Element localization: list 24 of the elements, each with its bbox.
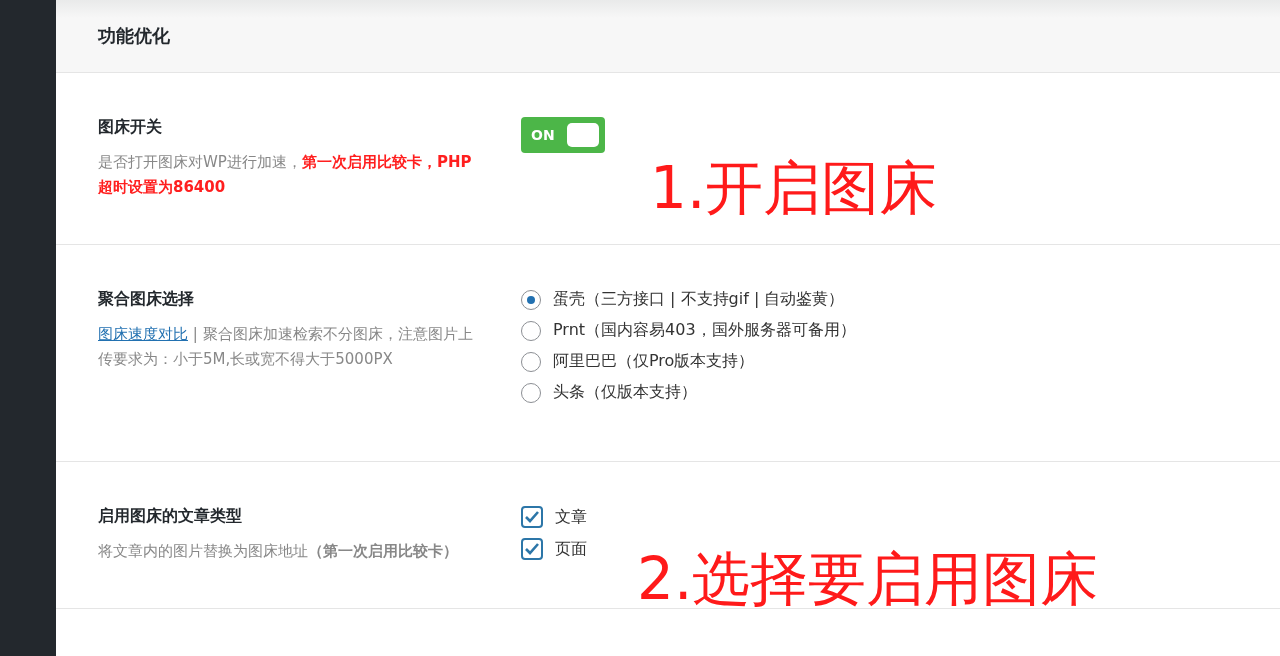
radio-label[interactable]: 蛋壳（三方接口 | 不支持gif | 自动鉴黄） [553,289,845,310]
setting-label: 启用图床的文章类型 [98,506,243,527]
setting-description: 是否打开图床对WP进行加速，第一次启用比较卡，PHP超时设置为86400 [98,152,473,198]
setting-description: 图床速度对比 | 聚合图床加速检索不分图床，注意图片上传要求为：小于5M,长或宽不得大于5000PX [98,324,474,370]
radio-label[interactable]: 头条（仅版本支持） [553,382,697,403]
annotation-text: 2.选择要启用图床 [637,550,1099,608]
setting-label: 聚合图床选择 [98,289,195,310]
check-icon [524,510,540,524]
checkbox[interactable] [521,506,543,528]
radio-button[interactable] [521,382,541,403]
radio-button[interactable] [521,351,541,372]
checkbox-label[interactable]: 页面 [555,538,587,560]
radio-label[interactable]: Prnt（国内容易403，国外服务器可备用） [553,320,856,341]
speed-comparison-link[interactable]: 图床速度对比 [98,325,188,343]
check-icon [524,542,540,556]
checkbox-label[interactable]: 文章 [555,506,587,528]
radio-button[interactable] [521,289,541,310]
section-title: 功能优化 [98,24,170,48]
annotation-text: 1.开启图床 [650,159,938,217]
setting-label: 图床开关 [98,117,163,138]
checkbox[interactable] [521,538,543,560]
setting-description: 将文章内的图片替换为图床地址（第一次启用比较卡） [98,541,459,562]
radio-label[interactable]: 阿里巴巴（仅Pro版本支持） [553,351,755,372]
radio-button[interactable] [521,320,541,341]
